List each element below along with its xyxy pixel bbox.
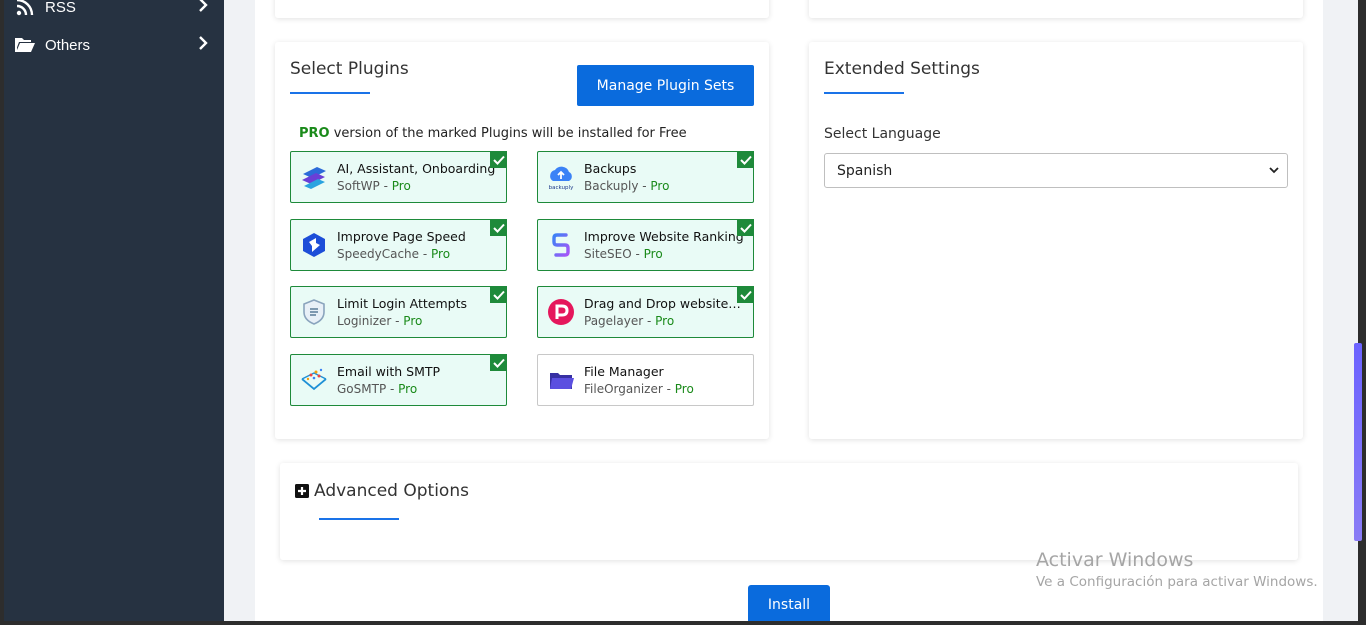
plugin-tile[interactable]: AI, Assistant, Onboarding SoftWP - Pro — [290, 151, 507, 203]
fileorganizer-folder-icon — [546, 365, 576, 395]
plugin-name: Drag and Drop website… — [584, 296, 741, 311]
rss-icon — [14, 0, 36, 18]
advanced-options-title: Advanced Options — [314, 481, 469, 501]
plugin-vendor: Pagelayer — [584, 314, 644, 328]
plugin-vendor-line: Pagelayer - Pro — [584, 314, 675, 328]
plugin-name: Email with SMTP — [337, 364, 441, 379]
checkmark-icon[interactable] — [490, 151, 507, 168]
checkmark-icon[interactable] — [737, 286, 754, 303]
sidebar-item-rss[interactable]: RSS — [4, 0, 224, 22]
main-panel: Select Plugins Manage Plugin Sets PRO ve… — [255, 0, 1323, 621]
plugin-vendor: FileOrganizer — [584, 382, 663, 396]
plugin-name: Improve Website Ranking — [584, 229, 744, 244]
plugin-vendor-line: SiteSEO - Pro — [584, 247, 663, 261]
title-underline — [319, 518, 399, 520]
plugin-vendor-line: SoftWP - Pro — [337, 179, 411, 193]
plugin-tile[interactable]: Email with SMTP GoSMTP - Pro — [290, 354, 507, 406]
plugin-tile[interactable]: Limit Login Attempts Loginizer - Pro — [290, 286, 507, 338]
plugin-vendor: Loginizer — [337, 314, 392, 328]
chevron-right-icon — [198, 35, 208, 55]
checkmark-icon[interactable] — [737, 219, 754, 236]
plugin-vendor: SoftWP — [337, 179, 380, 193]
windows-activation-subtitle: Ve a Configuración para activar Windows. — [1036, 574, 1318, 590]
title-underline — [824, 92, 904, 94]
advanced-options-card: Advanced Options — [280, 463, 1298, 560]
plugin-vendor-line: SpeedyCache - Pro — [337, 247, 451, 261]
plugin-pro-label: Pro — [431, 247, 451, 261]
plus-square-icon — [295, 484, 309, 498]
plugin-tile[interactable]: Drag and Drop website… Pagelayer - Pro — [537, 286, 754, 338]
plugin-name: Limit Login Attempts — [337, 296, 468, 311]
previous-card-left — [275, 0, 769, 18]
plugin-vendor: GoSMTP — [337, 382, 387, 396]
advanced-options-toggle[interactable]: Advanced Options — [295, 481, 469, 501]
previous-card-right — [809, 0, 1303, 18]
select-plugins-card: Select Plugins Manage Plugin Sets PRO ve… — [275, 42, 769, 439]
language-select[interactable]: Spanish — [824, 153, 1288, 188]
select-language-label: Select Language — [824, 126, 941, 142]
plugin-vendor-line: FileOrganizer - Pro — [584, 382, 694, 396]
extended-settings-card: Extended Settings Select Language Spanis… — [809, 42, 1303, 439]
extended-settings-title: Extended Settings — [824, 59, 980, 79]
manage-plugin-sets-button[interactable]: Manage Plugin Sets — [577, 65, 754, 106]
plugin-vendor-line: Loginizer - Pro — [337, 314, 423, 328]
folder-open-icon — [14, 34, 36, 56]
plugin-pro-label: Pro — [674, 382, 694, 396]
install-button[interactable]: Install — [748, 585, 830, 621]
checkmark-icon[interactable] — [490, 219, 507, 236]
sidebar-item-label: RSS — [45, 0, 76, 16]
content-area: Select Plugins Manage Plugin Sets PRO ve… — [224, 0, 1358, 621]
plugin-tile[interactable]: backuply Backups Backuply - Pro — [537, 151, 754, 203]
plugin-tile[interactable]: Improve Website Ranking SiteSEO - Pro — [537, 219, 754, 271]
plugin-pro-label: Pro — [643, 247, 663, 261]
plugin-vendor: Backuply — [584, 179, 639, 193]
gosmtp-icon — [299, 365, 329, 395]
svg-text:backuply: backuply — [549, 185, 574, 191]
backuply-cloud-icon: backuply — [546, 162, 576, 192]
plugin-pro-label: Pro — [650, 179, 670, 193]
sidebar-item-others[interactable]: Others — [4, 30, 224, 60]
pro-note: PRO version of the marked Plugins will b… — [299, 126, 687, 141]
plugin-name: AI, Assistant, Onboarding — [337, 161, 496, 176]
softwp-icon — [299, 162, 329, 192]
plugin-name: Backups — [584, 161, 637, 176]
loginizer-shield-icon — [299, 297, 329, 327]
plugin-name: File Manager — [584, 364, 664, 379]
plugin-name: Improve Page Speed — [337, 229, 466, 244]
scrollbar-thumb[interactable] — [1354, 343, 1362, 541]
plugin-tile[interactable]: File Manager FileOrganizer - Pro — [537, 354, 754, 406]
window-frame: RSS Others Select Plugins Manage Plugin … — [0, 0, 1366, 625]
plugin-pro-label: Pro — [655, 314, 675, 328]
select-plugins-title: Select Plugins — [290, 59, 409, 79]
siteseo-icon — [546, 230, 576, 260]
plugin-pro-label: Pro — [391, 179, 411, 193]
checkmark-icon[interactable] — [737, 151, 754, 168]
sidebar: RSS Others — [4, 0, 224, 621]
chevron-down-icon — [1269, 164, 1279, 177]
chevron-right-icon — [198, 0, 208, 17]
windows-activation-title: Activar Windows — [1036, 549, 1194, 571]
speedycache-icon — [299, 230, 329, 260]
pagelayer-icon — [546, 297, 576, 327]
plugin-pro-label: Pro — [398, 382, 418, 396]
plugin-pro-label: Pro — [403, 314, 423, 328]
plugin-tile[interactable]: Improve Page Speed SpeedyCache - Pro — [290, 219, 507, 271]
plugin-vendor-line: Backuply - Pro — [584, 179, 670, 193]
pro-note-text: version of the marked Plugins will be in… — [329, 126, 687, 141]
plugin-vendor-line: GoSMTP - Pro — [337, 382, 418, 396]
language-select-value: Spanish — [837, 162, 893, 179]
plugin-vendor: SpeedyCache — [337, 247, 420, 261]
sidebar-item-label: Others — [45, 36, 91, 54]
checkmark-icon[interactable] — [490, 286, 507, 303]
title-underline — [290, 92, 370, 94]
pro-label: PRO — [299, 126, 330, 141]
plugin-vendor: SiteSEO — [584, 247, 632, 261]
checkmark-icon[interactable] — [490, 354, 507, 371]
